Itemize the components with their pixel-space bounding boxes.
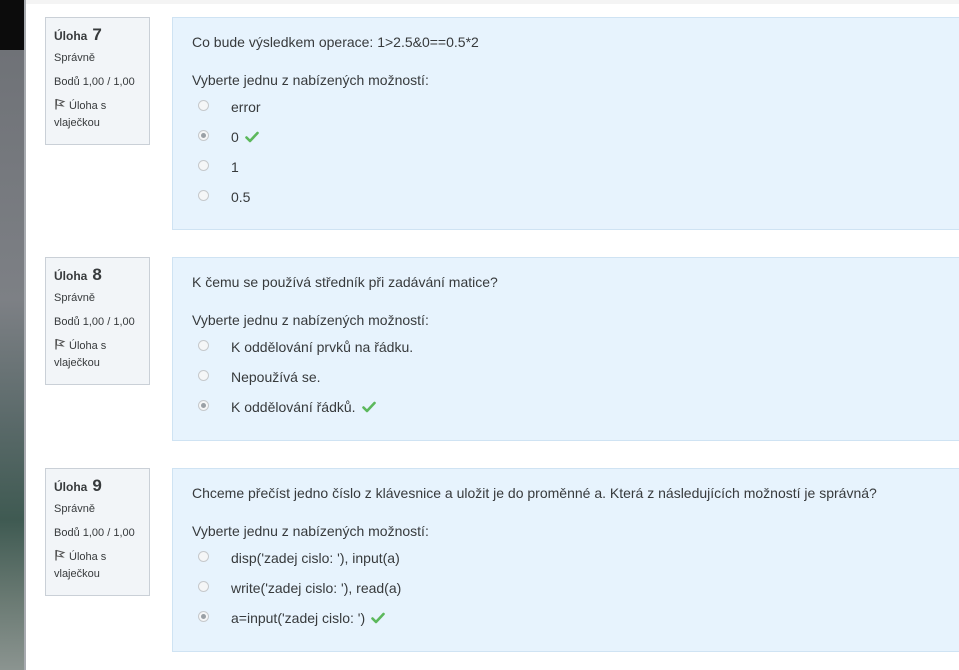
check-icon: [361, 401, 376, 413]
question-number: Úloha 8: [54, 266, 141, 286]
answer-prompt: Vyberte jednu z nabízených možností:: [192, 72, 429, 88]
question-word: Úloha: [54, 480, 88, 494]
question-content-9: Chceme přečíst jedno číslo z klávesnice …: [172, 468, 959, 652]
question-grade: Bodů 1,00 / 1,00: [54, 316, 135, 328]
radio-button[interactable]: [198, 550, 209, 562]
answer-label: K oddělování řádků.: [231, 399, 356, 415]
question-info-8: Úloha 8 Správně Bodů 1,00 / 1,00 Úloha s…: [45, 257, 150, 385]
answer-option[interactable]: write('zadej cislo: '), read(a): [192, 573, 940, 603]
answer-option[interactable]: 1: [192, 152, 940, 182]
answer-label: a=input('zadej cislo: '): [231, 610, 366, 626]
question-state: Správně: [54, 503, 95, 515]
question-info-9: Úloha 9 Správně Bodů 1,00 / 1,00 Úloha s…: [45, 468, 150, 596]
radio-button-selected[interactable]: [198, 399, 209, 411]
question-text: K čemu se používá středník při zadávání …: [192, 274, 498, 290]
question-state: Správně: [54, 52, 95, 64]
answer-option[interactable]: K oddělování řádků.: [192, 392, 940, 422]
question-number-value: 7: [92, 25, 102, 44]
answer-label: Nepoužívá se.: [231, 369, 321, 385]
question-word: Úloha: [54, 269, 88, 283]
question-word: Úloha: [54, 29, 88, 43]
flag-question-link[interactable]: Úloha s vlaječkou: [54, 338, 141, 372]
answer-option[interactable]: Nepoužívá se.: [192, 362, 940, 392]
question-text: Co bude výsledkem operace: 1>2.5&0==0.5*…: [192, 34, 479, 50]
answer-label: write('zadej cislo: '), read(a): [231, 580, 402, 596]
radio-button[interactable]: [198, 189, 209, 201]
radio-button-selected[interactable]: [198, 129, 209, 141]
question-number-value: 8: [92, 265, 102, 284]
answer-prompt: Vyberte jednu z nabízených možností:: [192, 523, 429, 539]
radio-button-selected[interactable]: [198, 610, 209, 622]
radio-button[interactable]: [198, 580, 209, 592]
question-number: Úloha 7: [54, 26, 141, 46]
answer-label: 0: [231, 129, 239, 145]
answer-option[interactable]: 0.5: [192, 182, 940, 212]
check-icon: [371, 612, 385, 624]
answer-option[interactable]: K oddělování prvků na řádku.: [192, 332, 940, 362]
check-icon: [244, 131, 259, 143]
flag-icon: [55, 98, 66, 110]
background-window-edge: [0, 0, 26, 670]
answer-option[interactable]: a=input('zadej cislo: '): [192, 603, 940, 633]
radio-button[interactable]: [198, 159, 209, 171]
answer-label: disp('zadej cislo: '), input(a): [231, 550, 400, 566]
question-text: Chceme přečíst jedno číslo z klávesnice …: [192, 485, 877, 501]
flag-icon: [55, 549, 66, 561]
flag-question-link[interactable]: Úloha s vlaječkou: [54, 549, 141, 583]
question-info-7: Úloha 7 Správně Bodů 1,00 / 1,00 Úloha s…: [45, 17, 150, 145]
question-content-8: K čemu se používá středník při zadávání …: [172, 257, 959, 441]
question-state: Správně: [54, 292, 95, 304]
question-content-7: Co bude výsledkem operace: 1>2.5&0==0.5*…: [172, 17, 959, 230]
answer-label: error: [231, 99, 261, 115]
question-number-value: 9: [92, 476, 102, 495]
answer-prompt: Vyberte jednu z nabízených možností:: [192, 312, 429, 328]
radio-button[interactable]: [198, 99, 209, 111]
flag-question-link[interactable]: Úloha s vlaječkou: [54, 98, 141, 132]
question-grade: Bodů 1,00 / 1,00: [54, 76, 135, 88]
radio-button[interactable]: [198, 369, 209, 381]
answer-label: K oddělování prvků na řádku.: [231, 339, 414, 355]
radio-button[interactable]: [198, 339, 209, 351]
question-number: Úloha 9: [54, 477, 141, 497]
answer-option[interactable]: 0: [192, 122, 940, 152]
answer-option[interactable]: error: [192, 92, 940, 122]
answer-option[interactable]: disp('zadej cislo: '), input(a): [192, 543, 940, 573]
flag-icon: [55, 338, 66, 350]
top-divider: [26, 0, 959, 4]
answer-label: 0.5: [231, 189, 251, 205]
answer-label: 1: [231, 159, 239, 175]
question-grade: Bodů 1,00 / 1,00: [54, 527, 135, 539]
